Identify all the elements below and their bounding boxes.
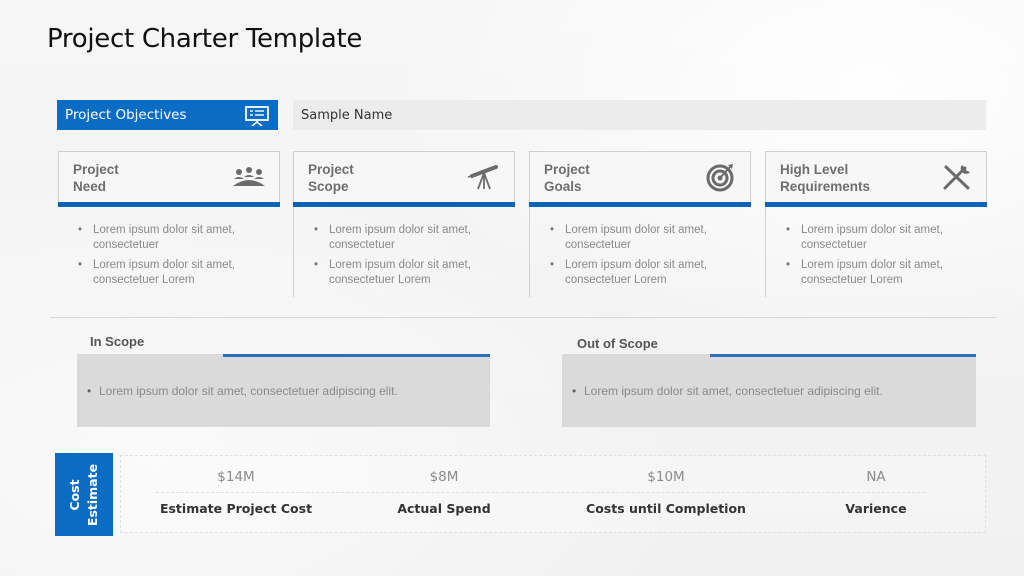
out-of-scope-title: Out of Scope: [577, 336, 658, 351]
card-header: Project Need: [58, 151, 280, 207]
card-title: Project Goals: [544, 162, 590, 194]
objectives-value-text: Sample Name: [301, 107, 393, 123]
out-of-scope-text: Lorem ipsum dolor sit amet, consectetuer…: [570, 384, 883, 398]
tools-icon: [943, 165, 970, 190]
in-scope-title: In Scope: [90, 334, 145, 349]
card-project-goals: Project Goals Lorem ipsum dolor sit amet…: [529, 151, 751, 297]
bullet-item: Lorem ipsum dolor sit amet, consectetuer: [78, 223, 248, 252]
card-project-scope: Project Scope Lorem ipsum dolor sit amet…: [293, 151, 515, 297]
objectives-label-text: Project Objectives: [65, 107, 187, 123]
cost-separator: [156, 492, 925, 493]
cost-value: NA: [866, 469, 886, 485]
card-title: High Level Requirements: [780, 162, 871, 194]
bullet-item: Lorem ipsum dolor sit amet, consectetuer: [786, 223, 956, 252]
cost-name: Estimate Project Cost: [159, 501, 313, 516]
cost-value: $10M: [647, 469, 685, 485]
card-header: Project Scope: [293, 151, 515, 207]
cost-name: Varience: [845, 501, 907, 516]
bullet-item: Lorem ipsum dolor sit amet, consectetuer…: [786, 258, 956, 287]
card-title: Project Need: [73, 162, 119, 194]
cost-value: $14M: [217, 469, 255, 485]
cost-name: Costs until Completion: [586, 501, 746, 516]
card-body: Lorem ipsum dolor sit amet, consectetuer…: [293, 207, 515, 297]
out-of-scope-box: Lorem ipsum dolor sit amet, consectetuer…: [562, 354, 976, 427]
target-icon: [706, 164, 734, 192]
in-scope-text: Lorem ipsum dolor sit amet, consectetuer…: [85, 384, 398, 398]
bullet-item: Lorem ipsum dolor sit amet, consectetuer: [314, 223, 484, 252]
section-divider: [50, 317, 996, 318]
card-header: High Level Requirements: [765, 151, 987, 207]
card-body: Lorem ipsum dolor sit amet, consectetuer…: [58, 207, 280, 297]
card-high-level-requirements: High Level Requirements Lorem ipsum dolo…: [765, 151, 987, 297]
in-scope-accent-line: [223, 354, 490, 357]
cost-name: Actual Spend: [397, 501, 491, 516]
bullet-item: Lorem ipsum dolor sit amet, consectetuer…: [78, 258, 248, 287]
cost-panel: $14M Estimate Project Cost $8M Actual Sp…: [120, 455, 986, 533]
page-title: Project Charter Template: [47, 24, 363, 54]
card-body: Lorem ipsum dolor sit amet, consectetuer…: [529, 207, 751, 297]
bullet-item: Lorem ipsum dolor sit amet, consectetuer…: [314, 258, 484, 287]
card-body: Lorem ipsum dolor sit amet, consectetuer…: [765, 207, 987, 297]
project-objectives-label: Project Objectives: [57, 100, 278, 130]
bullet-item: Lorem ipsum dolor sit amet, consectetuer: [550, 223, 720, 252]
cost-estimate-label-text: Cost Estimate: [67, 463, 100, 526]
project-objectives-value[interactable]: Sample Name: [293, 100, 986, 130]
presentation-board-icon: [245, 106, 269, 126]
card-header: Project Goals: [529, 151, 751, 207]
telescope-icon: [467, 165, 498, 190]
card-project-need: Project Need Lorem ipsum dolor sit amet,…: [58, 151, 280, 297]
bullet-item: Lorem ipsum dolor sit amet, consectetuer…: [550, 258, 720, 287]
cost-estimate-label: Cost Estimate: [55, 453, 113, 536]
cost-value: $8M: [429, 469, 459, 485]
in-scope-box: Lorem ipsum dolor sit amet, consectetuer…: [77, 354, 490, 427]
card-title: Project Scope: [308, 162, 354, 194]
out-of-scope-accent-line: [710, 354, 976, 357]
team-meeting-icon: [233, 167, 265, 186]
